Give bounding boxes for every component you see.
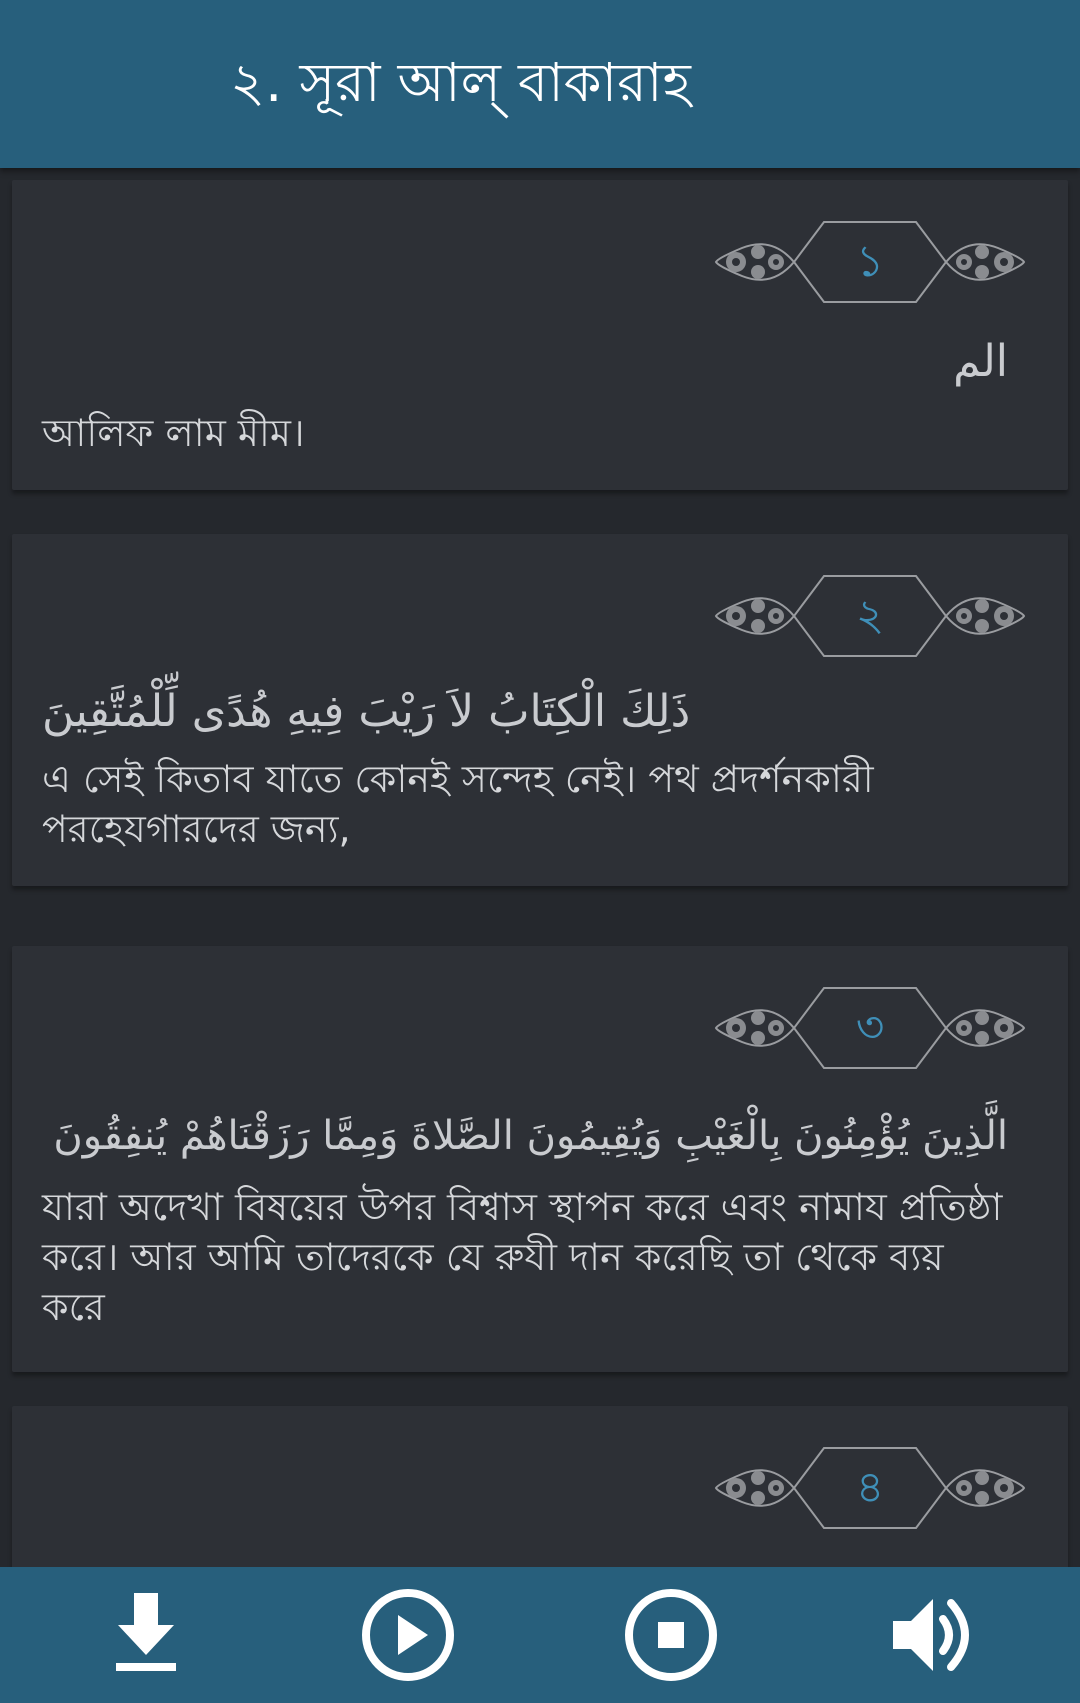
verse-number: ৩	[855, 1002, 885, 1053]
verse-number: ২	[855, 590, 885, 641]
translation-text: আলিফ লাম মীম।	[42, 411, 305, 455]
verse-card: ১ الم আলিফ লাম মীম।	[12, 180, 1068, 490]
top-app-bar: ২. সূরা আল্ বাকারাহ	[0, 0, 1080, 168]
translation-text: যারা অদেখা বিষয়ের উপর বিশ্বাস স্থাপন কর…	[42, 1185, 1003, 1329]
volume-icon	[893, 1599, 969, 1671]
play-icon	[362, 1589, 454, 1681]
verse-number-badge: ৪	[712, 1444, 1028, 1532]
verse-card: ৪	[12, 1406, 1068, 1567]
surah-title: ২. সূরা আল্ বাকারাহ	[230, 51, 691, 114]
verse-number: ১	[855, 236, 885, 287]
verse-card: ২ ذَلِكَ الْكِتَابُ لاَ رَيْبَ فِيهِ هُد…	[12, 534, 1068, 886]
volume-button[interactable]	[883, 1585, 983, 1685]
play-button[interactable]	[358, 1585, 458, 1685]
download-icon	[116, 1593, 176, 1671]
stop-button[interactable]	[621, 1585, 721, 1685]
verse-number-badge: ২	[712, 572, 1028, 660]
verse-list[interactable]: ১ الم আলিফ লাম মীম। ২ ذَلِكَ الْكِتَابُ …	[0, 168, 1080, 1567]
stop-icon	[625, 1589, 717, 1681]
verse-number: ৪	[855, 1462, 885, 1513]
arabic-text: الَّذِينَ يُؤْمِنُونَ بِالْغَيْبِ وَيُقِ…	[53, 1113, 1008, 1159]
verse-card: ৩ الَّذِينَ يُؤْمِنُونَ بِالْغَيْبِ وَيُ…	[12, 946, 1068, 1372]
arabic-text: الم	[953, 336, 1008, 387]
download-button[interactable]	[96, 1585, 196, 1685]
verse-number-badge: ৩	[712, 984, 1028, 1072]
verse-number-badge: ১	[712, 218, 1028, 306]
player-controls-bar	[0, 1567, 1080, 1703]
app-root: ২. সূরা আল্ বাকারাহ ১ الم আলিফ লাম মীম। …	[0, 0, 1080, 1703]
arabic-text: ذَلِكَ الْكِتَابُ لاَ رَيْبَ فِيهِ هُدًى…	[42, 686, 691, 737]
translation-text: এ সেই কিতাব যাতে কোনই সন্দেহ নেই। পথ প্র…	[42, 757, 874, 851]
